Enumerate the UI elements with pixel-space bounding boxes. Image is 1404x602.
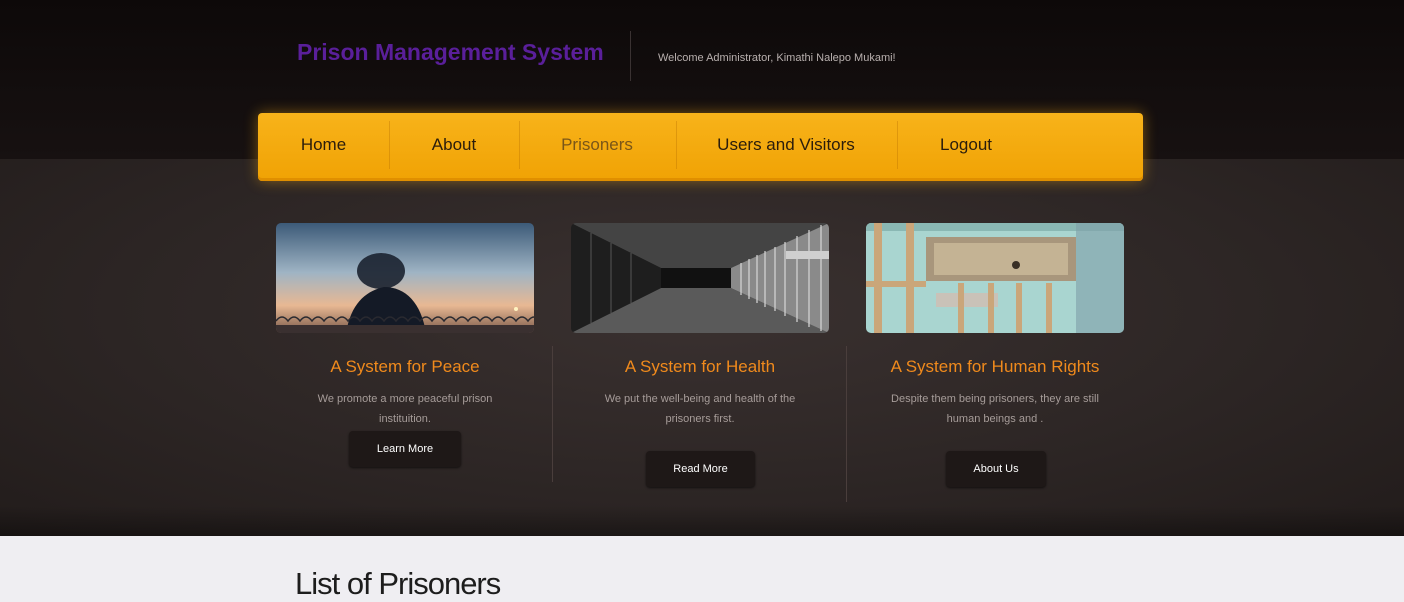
main-nav: Home About Prisoners Users and Visitors … <box>258 113 1143 181</box>
learn-more-button[interactable]: Learn More <box>349 431 461 467</box>
prison-corridor-photo <box>571 223 829 333</box>
nav-separator <box>897 121 898 169</box>
nav-users-and-visitors[interactable]: Users and Visitors <box>694 113 878 177</box>
nav-separator <box>676 121 677 169</box>
cell-bunk-bed-photo <box>866 223 1124 333</box>
feature-title-peace: A System for Peace <box>330 357 480 376</box>
nav-about[interactable]: About <box>407 113 501 177</box>
feature-title-health: A System for Health <box>624 357 776 376</box>
nav-home[interactable]: Home <box>276 113 371 177</box>
about-us-button[interactable]: About Us <box>946 451 1046 487</box>
nav-separator <box>519 121 520 169</box>
prisoners-section <box>0 536 1404 602</box>
silhouette-at-dusk-photo <box>276 223 534 333</box>
feature-description-health: We put the well-being and health of the … <box>604 393 796 425</box>
nav-prisoners[interactable]: Prisoners <box>537 113 657 177</box>
feature-description-peace: We promote a more peaceful prison instit… <box>317 393 493 425</box>
site-title[interactable]: Prison Management System <box>297 39 604 66</box>
nav-logout[interactable]: Logout <box>915 113 1017 177</box>
section-title: List of Prisoners <box>295 566 501 601</box>
feature-title-human-rights: A System for Human Rights <box>890 357 1100 376</box>
feature-description-human-rights: Despite them being prisoners, they are s… <box>891 393 1099 425</box>
welcome-message: Welcome Administrator, Kimathi Nalepo Mu… <box>658 52 896 64</box>
read-more-button[interactable]: Read More <box>646 451 755 487</box>
header-divider <box>630 31 631 81</box>
nav-separator <box>389 121 390 169</box>
